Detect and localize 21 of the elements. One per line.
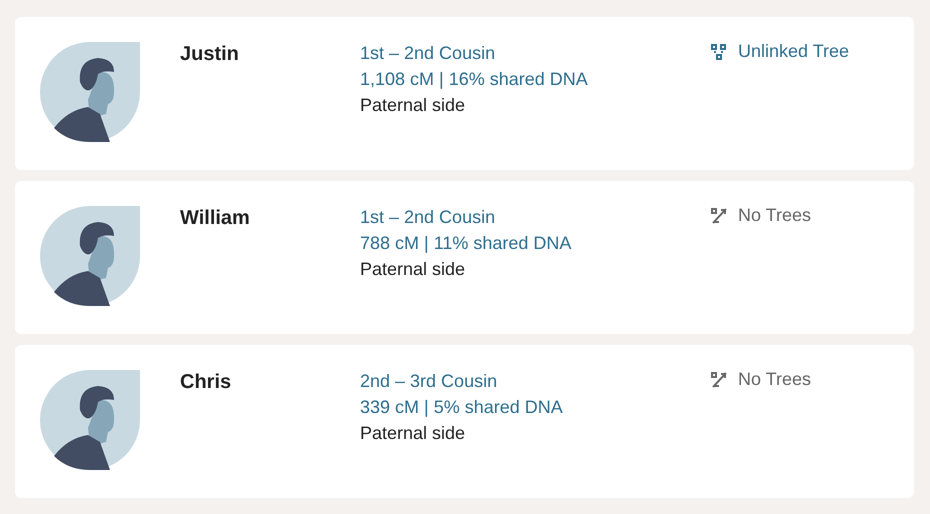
no-tree-icon bbox=[710, 206, 728, 224]
side-text: Paternal side bbox=[360, 94, 466, 117]
shared-dna-text: 788 cM | 11% shared DNA bbox=[360, 232, 572, 255]
tree-icon bbox=[710, 42, 728, 60]
tree-status: No Trees bbox=[738, 369, 812, 390]
tree-status: No Trees bbox=[738, 205, 812, 226]
shared-dna-text: 1,108 cM | 16% shared DNA bbox=[360, 68, 589, 91]
shared-dna-text: 339 cM | 5% shared DNA bbox=[360, 396, 564, 419]
side-text: Paternal side bbox=[360, 258, 466, 281]
match-name[interactable]: Chris bbox=[180, 371, 360, 394]
relationship-text: 1st – 2nd Cousin bbox=[360, 206, 496, 229]
match-name[interactable]: Justin bbox=[180, 43, 360, 66]
relationship-text: 2nd – 3rd Cousin bbox=[360, 370, 498, 393]
tree-link[interactable]: Unlinked Tree bbox=[738, 41, 850, 62]
avatar-icon bbox=[40, 206, 140, 306]
side-text: Paternal side bbox=[360, 422, 466, 445]
avatar-icon bbox=[40, 370, 140, 470]
relationship-text: 1st – 2nd Cousin bbox=[360, 42, 496, 65]
match-name[interactable]: William bbox=[180, 207, 360, 230]
avatar-icon bbox=[40, 42, 140, 142]
no-tree-icon bbox=[710, 370, 728, 388]
